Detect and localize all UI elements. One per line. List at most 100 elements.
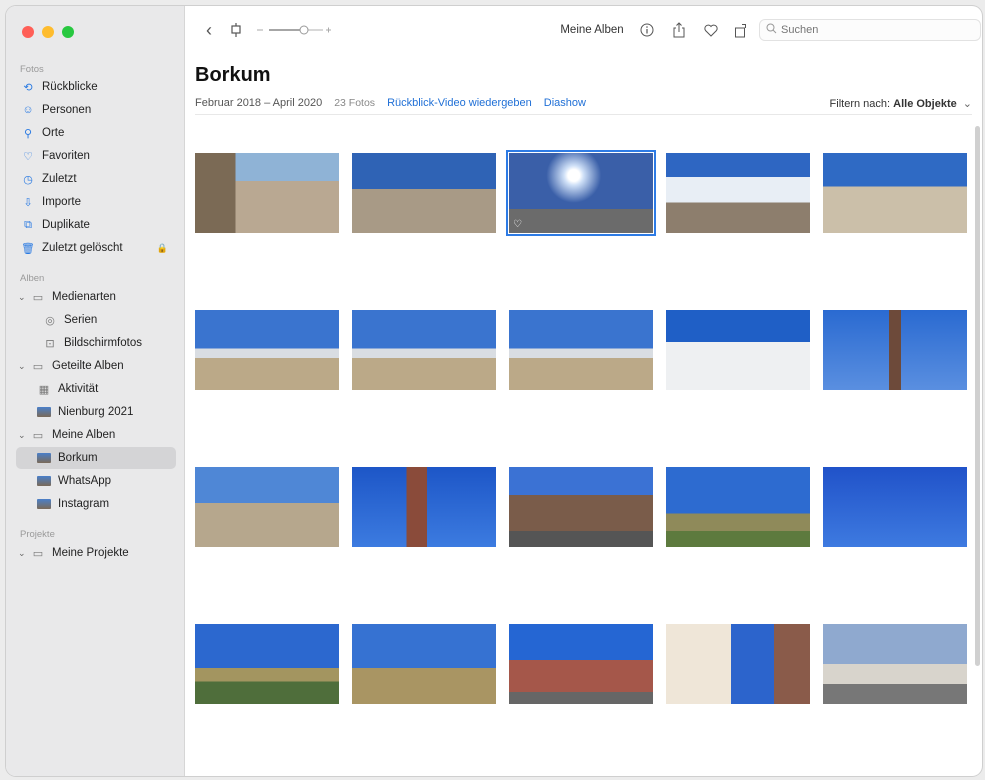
bursts-icon: ◎ (45, 314, 55, 327)
disclosure-chevron-icon[interactable]: ⌄ (18, 548, 28, 559)
sidebar-item-favoriten[interactable]: ♡ Favoriten (16, 145, 176, 167)
section-header-fotos: Fotos (20, 64, 44, 75)
duplicates-icon: ⧉ (24, 218, 32, 231)
section-header-projekte: Projekte (20, 529, 55, 540)
sidebar-item-whatsapp[interactable]: WhatsApp (16, 470, 176, 492)
folder-icon: ▭ (32, 429, 44, 442)
sidebar-item-medienarten[interactable]: ⌄ ▭ Medienarten (16, 286, 176, 308)
disclosure-chevron-icon[interactable]: ⌄ (18, 361, 28, 372)
photo-thumbnail[interactable] (823, 153, 967, 233)
main-content: ‹ Meine Alben Suchen Borkum Februar 2018… (185, 6, 982, 776)
sidebar-item-aktivität[interactable]: ▦ Aktivität (16, 378, 176, 400)
play-memory-link[interactable]: Rückblick-Video wiedergeben (387, 97, 532, 109)
section-header-alben: Alben (20, 273, 45, 284)
sidebar-item-meine-projekte[interactable]: ⌄ ▭ Meine Projekte (16, 542, 176, 564)
lock-icon: 🔒 (156, 242, 168, 253)
photo-thumbnail[interactable] (666, 467, 810, 547)
photo-thumbnail[interactable] (352, 467, 496, 547)
sidebar-item-label: Bildschirmfotos (64, 337, 142, 349)
close-button[interactable] (22, 26, 34, 38)
sidebar-item-label: Nienburg 2021 (58, 406, 134, 418)
sidebar-item-duplikate[interactable]: ⧉ Duplikate (16, 214, 176, 236)
heart-icon: ♡ (23, 150, 33, 163)
back-button[interactable]: ‹ (199, 19, 219, 41)
photo-thumbnail[interactable] (195, 467, 339, 547)
sidebar-item-rückblicke[interactable]: ⟲ Rückblicke (16, 76, 176, 98)
sidebar-item-borkum[interactable]: Borkum (16, 447, 176, 469)
photos-window: Fotos ⟲ Rückblicke ☺ Personen ⚲ Orte ♡ Favorite… (6, 6, 982, 776)
sidebar-item-label: Instagram (58, 498, 110, 510)
filter-menu[interactable]: Filtern nach: Alle Objekte ⌄ (830, 97, 972, 110)
info-icon[interactable] (637, 19, 657, 41)
scrollbar[interactable] (975, 126, 980, 666)
sidebar-item-label: Rückblicke (42, 81, 98, 93)
sidebar-item-label: Zuletzt (42, 173, 77, 185)
photo-thumbnail[interactable] (823, 310, 967, 390)
window-controls (22, 26, 74, 38)
search-input[interactable] (781, 24, 961, 36)
album-thumb-icon (36, 407, 52, 417)
sidebar-item-meine-alben[interactable]: ⌄ ▭ Meine Alben (16, 424, 176, 446)
sidebar-item-label: Meine Alben (52, 429, 116, 441)
sidebar-item-importe[interactable]: ⇩ Importe (16, 191, 176, 213)
sidebar-item-label: Geteilte Alben (52, 360, 124, 372)
album-switch-label[interactable]: Meine Alben (557, 19, 627, 41)
sidebar-item-zuletzt-gelöscht[interactable]: 🗑 Zuletzt gelöscht 🔒 (16, 237, 176, 259)
sidebar-item-label: Personen (42, 104, 92, 116)
zoom-icon[interactable] (227, 19, 245, 41)
photo-thumbnail[interactable] (509, 467, 653, 547)
photo-thumbnail[interactable] (195, 153, 339, 233)
sidebar-item-label: WhatsApp (58, 475, 112, 487)
photo-thumbnail[interactable] (509, 624, 653, 704)
photo-thumbnail[interactable] (352, 153, 496, 233)
import-icon: ⇩ (23, 196, 33, 209)
search-icon (766, 23, 777, 37)
album-info-bar: Februar 2018 – April 2020 23 Fotos Rückb… (195, 95, 972, 111)
sidebar-item-label: Borkum (58, 452, 98, 464)
photo-thumbnail[interactable] (352, 624, 496, 704)
photo-thumbnail[interactable] (666, 624, 810, 704)
zoom-slider[interactable] (255, 19, 333, 41)
sidebar-item-label: Aktivität (58, 383, 99, 395)
sidebar-item-personen[interactable]: ☺ Personen (16, 99, 176, 121)
photo-thumbnail[interactable] (666, 153, 810, 233)
album-thumb-icon (36, 499, 52, 509)
album-thumb-icon (36, 476, 52, 486)
sidebar-item-nienburg-2021[interactable]: Nienburg 2021 (16, 401, 176, 423)
sidebar-item-zuletzt[interactable]: ◷ Zuletzt (16, 168, 176, 190)
photo-thumbnail[interactable] (823, 624, 967, 704)
clock-icon: ◷ (23, 173, 33, 186)
divider (195, 114, 972, 115)
shared-folder-icon: ▭ (32, 360, 44, 373)
photo-thumbnail[interactable] (823, 467, 967, 547)
memories-icon: ⟲ (23, 81, 33, 94)
photo-thumbnail[interactable] (195, 310, 339, 390)
sidebar-item-geteilte-alben[interactable]: ⌄ ▭ Geteilte Alben (16, 355, 176, 377)
date-range: Februar 2018 – April 2020 (195, 97, 323, 109)
disclosure-chevron-icon[interactable]: ⌄ (18, 430, 28, 441)
folder-icon: ▭ (32, 291, 44, 304)
minimize-button[interactable] (42, 26, 54, 38)
photo-thumbnail[interactable]: ♡ (506, 150, 656, 236)
sidebar-item-orte[interactable]: ⚲ Orte (16, 122, 176, 144)
zoom-button[interactable] (62, 26, 74, 38)
photo-thumbnail[interactable] (195, 624, 339, 704)
favorite-icon[interactable] (701, 19, 721, 41)
album-thumb-icon (36, 453, 52, 463)
sidebar-item-label: Zuletzt gelöscht (42, 242, 123, 254)
favorite-heart-icon: ♡ (513, 219, 522, 230)
sidebar-item-serien[interactable]: ◎ Serien (16, 309, 176, 331)
rotate-icon[interactable] (731, 19, 751, 41)
share-icon[interactable] (669, 19, 689, 41)
photo-thumbnail[interactable] (509, 310, 653, 390)
slideshow-link[interactable]: Diashow (544, 97, 586, 109)
disclosure-chevron-icon[interactable]: ⌄ (18, 292, 28, 303)
sidebar-item-label: Favoriten (42, 150, 90, 162)
photo-thumbnail[interactable] (352, 310, 496, 390)
sidebar-item-instagram[interactable]: Instagram (16, 493, 176, 515)
sidebar-item-label: Medienarten (52, 291, 116, 303)
sidebar-item-bildschirmfotos[interactable]: ⊡ Bildschirmfotos (16, 332, 176, 354)
search-field[interactable] (759, 19, 981, 41)
places-icon: ⚲ (23, 127, 33, 140)
photo-thumbnail[interactable] (666, 310, 810, 390)
